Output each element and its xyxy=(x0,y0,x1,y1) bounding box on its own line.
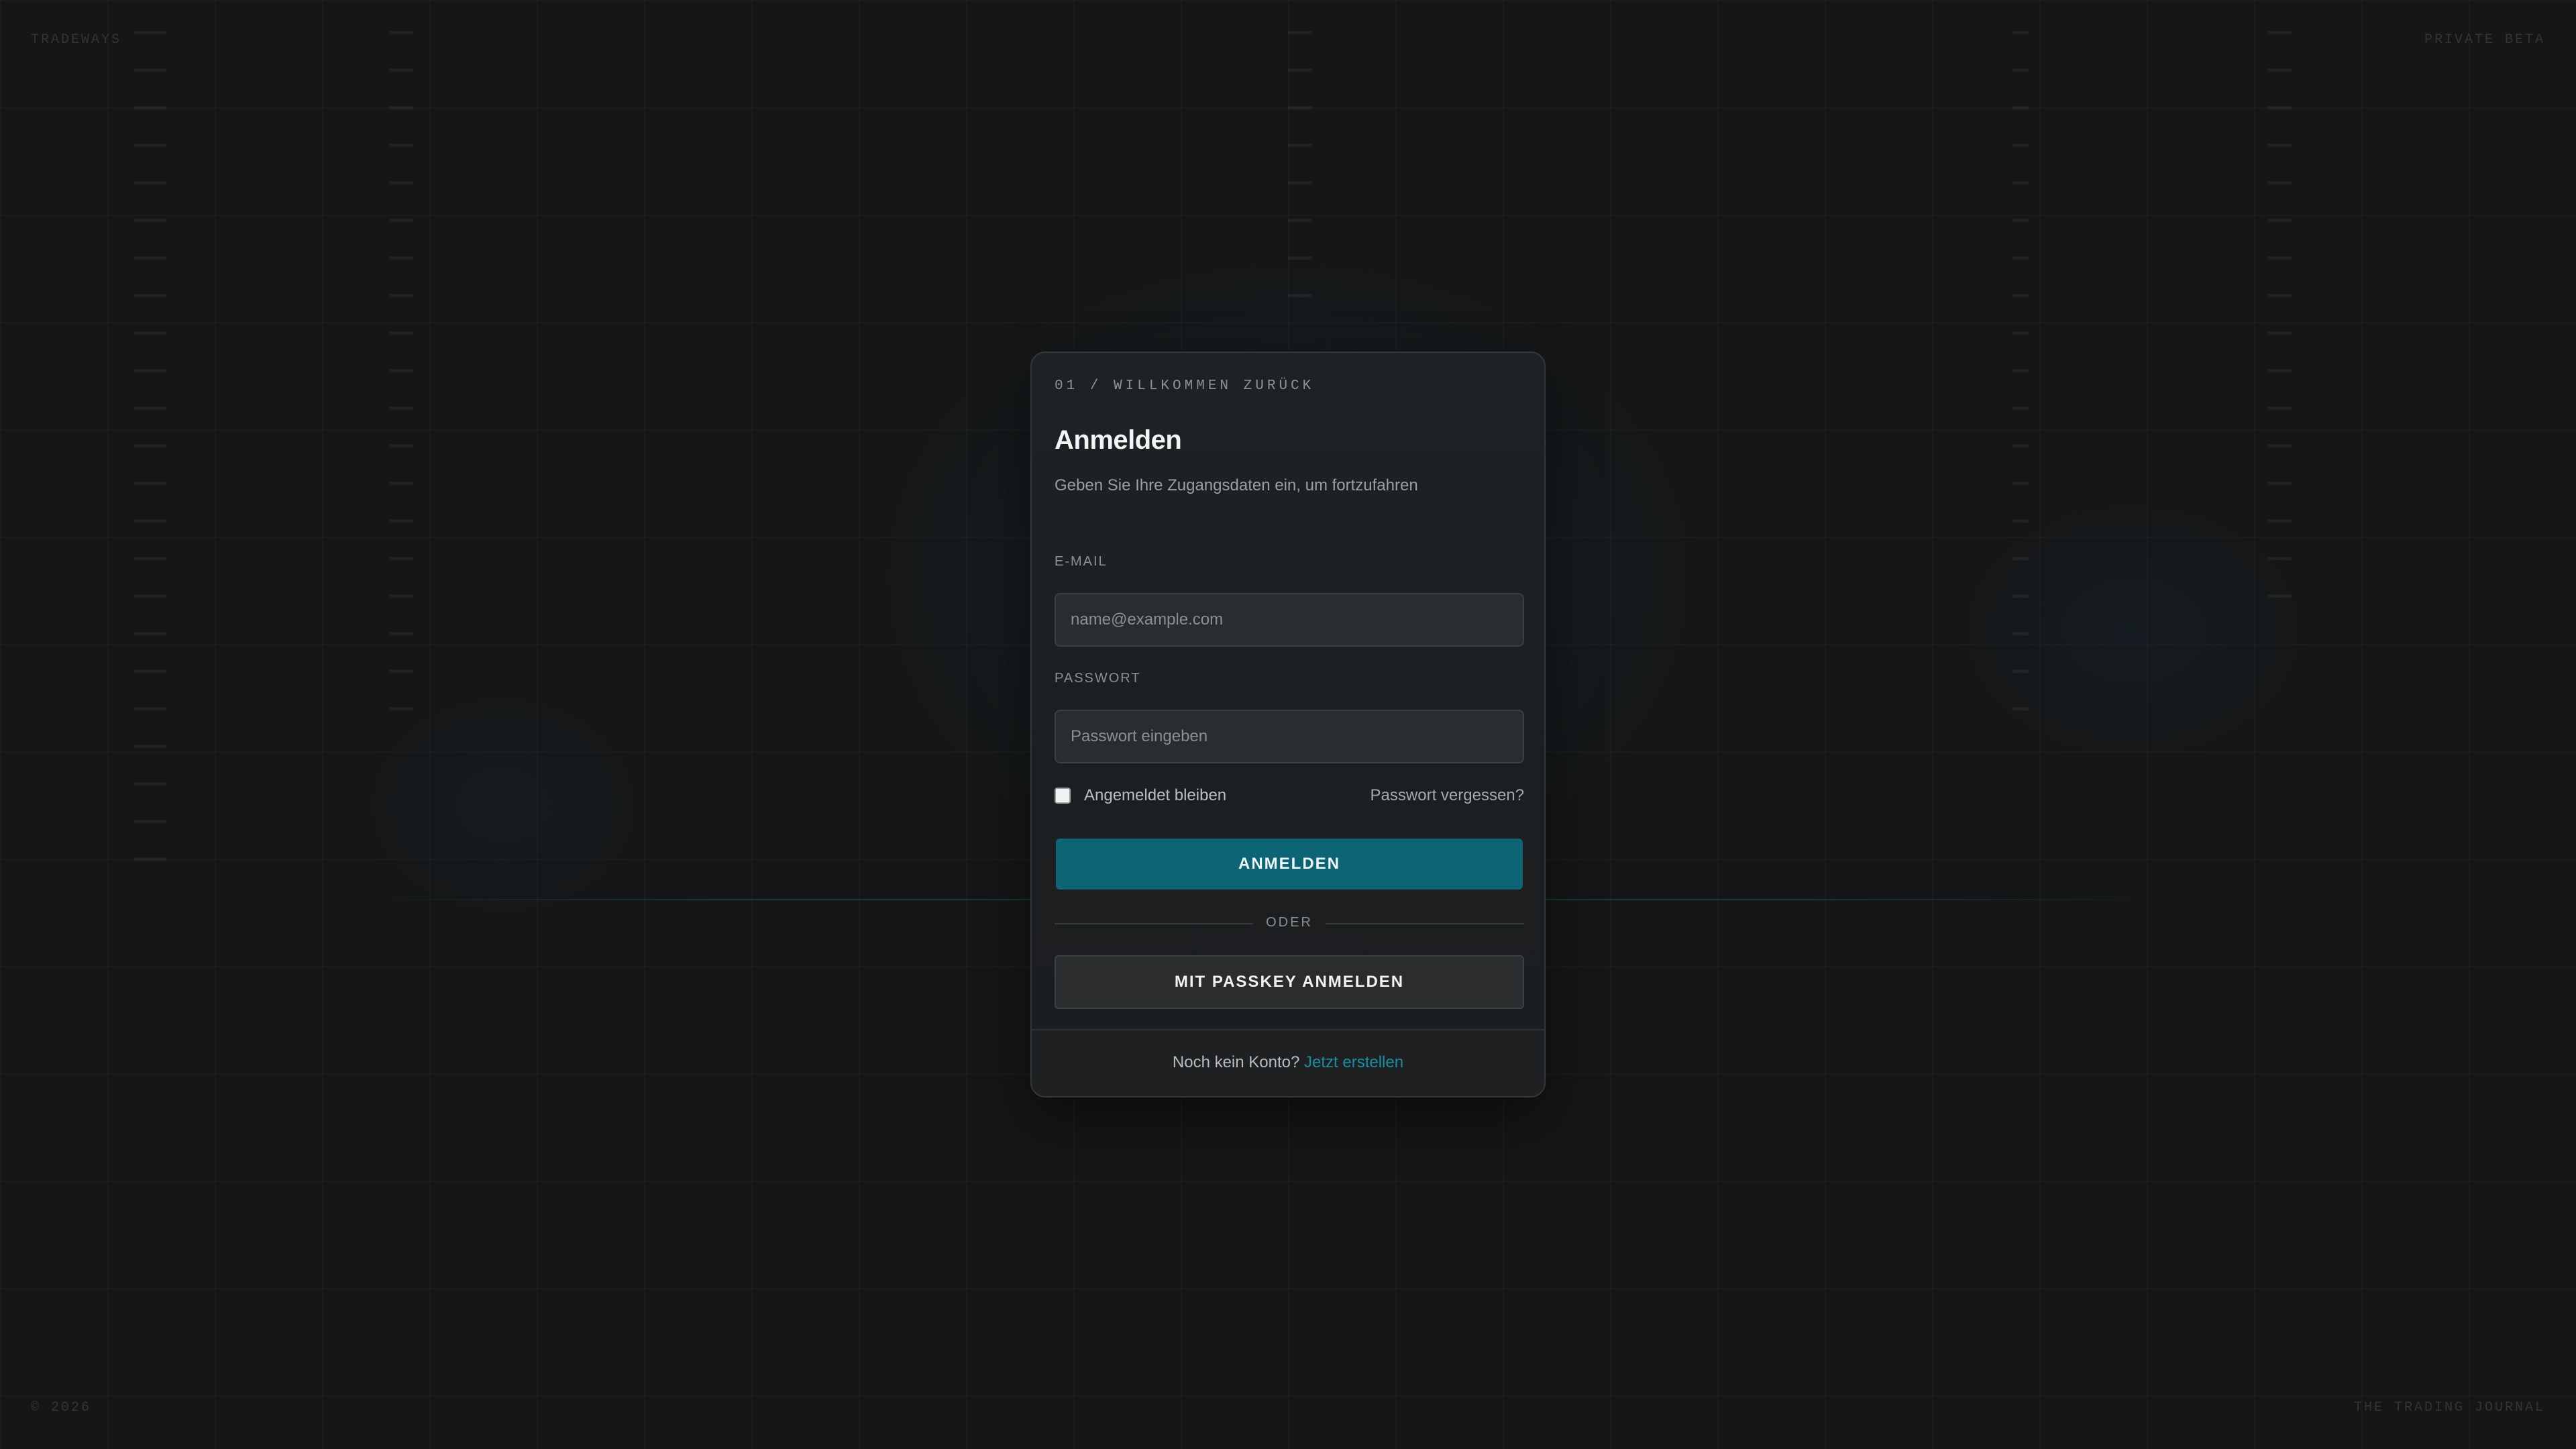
passkey-login-button[interactable]: MIT PASSKEY ANMELDEN xyxy=(1055,955,1524,1009)
brand-label: TRADEWAYS xyxy=(31,32,122,48)
password-field[interactable] xyxy=(1055,710,1524,763)
remember-checkbox[interactable] xyxy=(1055,788,1071,804)
signup-prompt: Noch kein Konto? xyxy=(1172,1053,1305,1071)
background-ticker-column: ▬▬▬▬ ▬▬▬▬ ▬▬▬▬ ▬▬▬▬ ▬▬▬▬ ▬▬▬▬ ▬▬▬▬ ▬▬▬▬ … xyxy=(134,24,167,866)
signup-link[interactable]: Jetzt erstellen xyxy=(1304,1053,1403,1071)
page-subtitle: Geben Sie Ihre Zugangsdaten ein, um fort… xyxy=(1055,476,1418,494)
signup-footer: Noch kein Konto? Jetzt erstellen xyxy=(1032,1029,1544,1096)
background-ticker-column: ▬▬▬ ▬▬▬ ▬▬▬ ▬▬▬ ▬▬▬ ▬▬▬ ▬▬▬ ▬▬▬ ▬▬▬ ▬▬▬ … xyxy=(2267,24,2292,603)
login-button[interactable]: ANMELDEN xyxy=(1056,839,1523,890)
email-label: E-MAIL xyxy=(1055,554,1108,569)
password-label: PASSWORT xyxy=(1055,671,1141,686)
email-field[interactable] xyxy=(1055,593,1524,647)
login-card: 01 / WILLKOMMEN ZURÜCK Anmelden Geben Si… xyxy=(1030,352,1546,1097)
beta-label: PRIVATE BETA xyxy=(2424,32,2545,48)
or-divider: ODER xyxy=(1055,914,1524,934)
background-ticker-column: ▬▬▬ ▬▬▬ ▬▬▬ ▬▬▬ ▬▬▬ ▬▬▬ ▬▬▬ ▬▬▬ ▬▬▬ ▬▬▬ … xyxy=(389,24,414,716)
page-title: Anmelden xyxy=(1055,425,1182,455)
divider-line-right xyxy=(1326,923,1524,924)
step-eyebrow: 01 / WILLKOMMEN ZURÜCK xyxy=(1055,378,1315,394)
background-ticker-column: ▬▬ ▬▬ ▬▬ ▬▬ ▬▬ ▬▬ ▬▬ ▬▬ ▬▬ ▬▬ ▬▬ ▬▬ ▬▬ ▬… xyxy=(2012,24,2029,716)
copyright-label: © 2026 xyxy=(31,1400,92,1415)
remember-row: Angemeldet bleiben Passwort vergessen? xyxy=(1055,782,1524,809)
background-ticker-column: ▬▬▬ ▬▬▬ ▬▬▬ ▬▬▬ ▬▬▬ ▬▬▬ ▬▬▬ ▬▬▬ xyxy=(1288,24,1313,303)
remember-label[interactable]: Angemeldet bleiben xyxy=(1084,786,1226,805)
forgot-password-link[interactable]: Passwort vergessen? xyxy=(1371,786,1524,805)
tagline-label: THE TRADING JOURNAL xyxy=(2353,1400,2545,1415)
